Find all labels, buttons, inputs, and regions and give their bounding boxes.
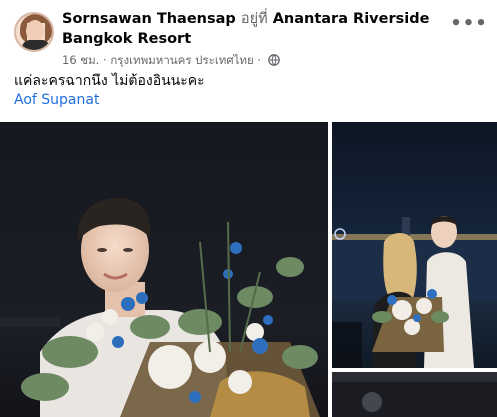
post-meta: 16 ชม. · กรุงเทพมหานคร ประเทศไทย · xyxy=(62,52,280,68)
author-avatar[interactable] xyxy=(14,12,54,52)
photo-third[interactable] xyxy=(332,372,497,417)
tagged-user-link[interactable]: Aof Supanat xyxy=(14,91,99,110)
post-title-line: Sornsawan Thaensap อยู่ที่ Anantara Rive… xyxy=(62,9,452,49)
post-caption: แค่ละครฉากนึง ไม่ต้องอินนะคะ xyxy=(14,73,205,89)
at-text: อยู่ที่ xyxy=(240,11,268,27)
author-name[interactable]: Sornsawan Thaensap xyxy=(62,11,236,27)
meta-separator: · xyxy=(103,53,107,67)
photo-main[interactable] xyxy=(0,122,328,417)
meta-separator-2: · xyxy=(257,53,262,67)
more-options-icon: ••• xyxy=(450,13,488,34)
photo-grid xyxy=(0,122,497,417)
photo-couple[interactable] xyxy=(332,122,497,368)
globe-icon[interactable] xyxy=(267,54,280,66)
facebook-post: Sornsawan Thaensap อยู่ที่ Anantara Rive… xyxy=(0,0,497,417)
more-options-button[interactable]: ••• xyxy=(450,10,487,38)
post-timestamp[interactable]: 16 ชม. xyxy=(62,53,99,67)
post-header: Sornsawan Thaensap อยู่ที่ Anantara Rive… xyxy=(14,8,487,67)
post-place[interactable]: กรุงเทพมหานคร ประเทศไทย xyxy=(110,53,253,67)
